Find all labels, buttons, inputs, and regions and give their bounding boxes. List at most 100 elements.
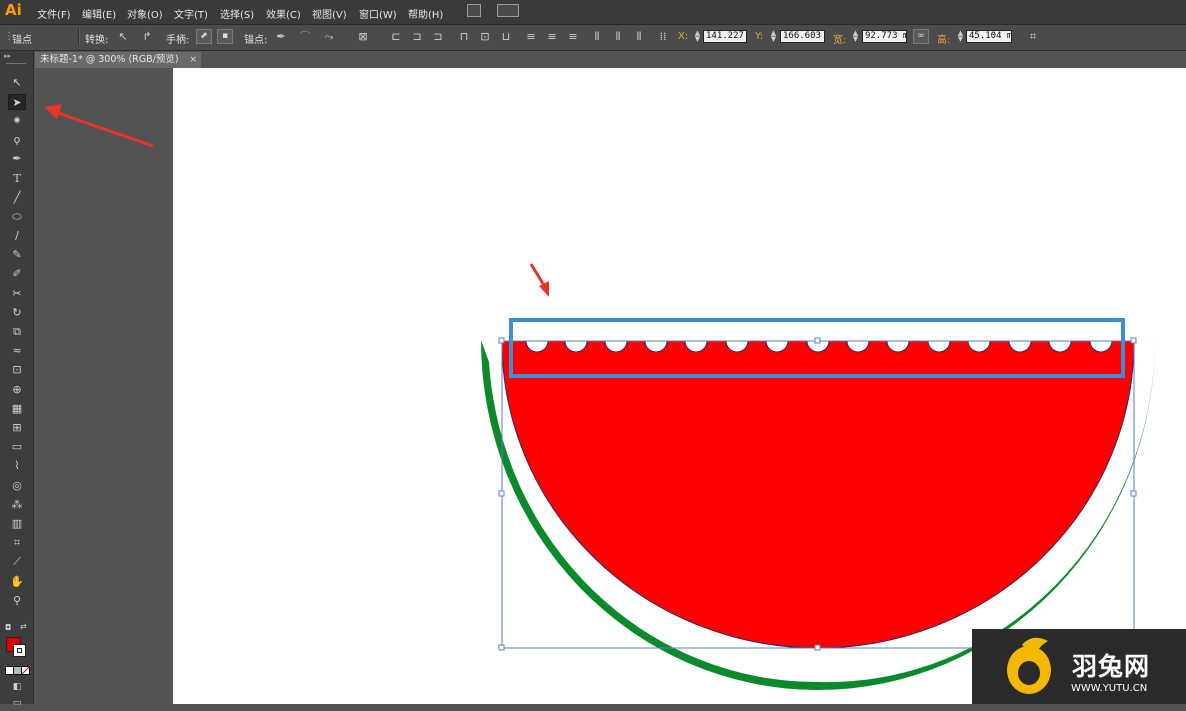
- canvas[interactable]: [34, 68, 1186, 704]
- divider: [78, 29, 80, 45]
- ellipse-tool-icon[interactable]: ⬭: [8, 209, 26, 225]
- free-transform-tool-icon[interactable]: ⊡: [8, 362, 26, 378]
- shape-builder-tool-icon[interactable]: ⊕: [8, 382, 26, 398]
- pencil-tool-icon[interactable]: ✎: [8, 247, 26, 263]
- blob-brush-tool-icon[interactable]: ✐: [8, 266, 26, 282]
- align-bottom-icon[interactable]: ⊔: [499, 30, 513, 44]
- drawing-mode-icon[interactable]: ◧: [8, 679, 26, 695]
- default-colors-icon[interactable]: ◘: [5, 623, 11, 632]
- distribute-top-icon[interactable]: ≡: [524, 30, 538, 44]
- zoom-tool-icon[interactable]: ⚲: [8, 593, 26, 609]
- type-tool-icon[interactable]: T: [8, 171, 26, 187]
- paintbrush-tool-icon[interactable]: ∕: [8, 228, 26, 244]
- eyedropper-tool-icon[interactable]: ⌇: [8, 458, 26, 474]
- bridge-icon[interactable]: [467, 4, 481, 17]
- transform-icon[interactable]: ⌗: [1026, 30, 1040, 44]
- panel-collapse-icon[interactable]: ▸▸: [4, 52, 11, 60]
- close-tab-icon[interactable]: ×: [189, 52, 197, 68]
- distribute-hcenter-icon[interactable]: ⦀: [611, 30, 625, 44]
- column-graph-tool-icon[interactable]: ▥: [8, 516, 26, 532]
- convert-corner-icon[interactable]: ↖: [116, 30, 130, 44]
- menu-window[interactable]: 窗口(W): [359, 6, 397, 21]
- blend-tool-icon[interactable]: ◎: [8, 478, 26, 494]
- lasso-tool-icon[interactable]: ϙ: [8, 132, 26, 148]
- swap-colors-icon[interactable]: ⇄: [20, 622, 27, 631]
- align-top-icon[interactable]: ⊓: [457, 30, 471, 44]
- width-spinner-icon[interactable]: ▲ ▼: [852, 30, 859, 43]
- watermark-brand: 羽兔网: [1072, 652, 1151, 681]
- connect-endpoints-icon[interactable]: ⌒: [298, 30, 312, 44]
- height-label: 高:: [937, 35, 951, 46]
- remove-anchor-icon[interactable]: ✒: [274, 30, 288, 44]
- rotate-tool-icon[interactable]: ↻: [8, 305, 26, 321]
- document-tab-bar: 未标题-1* @ 300% (RGB/预览) ×: [34, 51, 1186, 68]
- control-bar: ⋮ 锚点 转换: ↖ ↱ 手柄: ⬈ ▪ 锚点: ✒ ⌒ ⤳ ⊠ ⊏ ⊐ ⊐ ⊓…: [0, 25, 1186, 51]
- reference-point-icon[interactable]: ⁞⁞: [656, 30, 670, 44]
- align-right-icon[interactable]: ⊐: [431, 30, 445, 44]
- magic-wand-tool-icon[interactable]: ✷: [8, 113, 26, 129]
- menu-effect[interactable]: 效果(C): [266, 6, 301, 21]
- artboard-tool-icon[interactable]: ⌗: [8, 535, 26, 551]
- menu-file[interactable]: 文件(F): [37, 6, 71, 21]
- symbol-sprayer-tool-icon[interactable]: ⁂: [8, 497, 26, 513]
- y-field[interactable]: 166.603 ı: [780, 30, 825, 43]
- distribute-bottom-icon[interactable]: ≡: [566, 30, 580, 44]
- menu-bar: Ai 文件(F) 编辑(E) 对象(O) 文字(T) 选择(S) 效果(C) 视…: [0, 0, 1186, 25]
- perspective-grid-tool-icon[interactable]: ▦: [8, 401, 26, 417]
- watermark-url: WWW.YUTU.CN: [1071, 683, 1148, 694]
- x-field[interactable]: 141.227 ı: [703, 30, 747, 43]
- y-spinner-icon[interactable]: ▲ ▼: [770, 30, 777, 43]
- menu-type[interactable]: 文字(T): [174, 6, 208, 21]
- convert-label: 转换:: [85, 35, 109, 46]
- height-spinner-icon[interactable]: ▲ ▼: [957, 30, 964, 43]
- x-label: X:: [678, 31, 689, 42]
- anchors-label: 锚点:: [244, 35, 268, 46]
- hide-handles-icon[interactable]: ▪: [217, 29, 233, 44]
- pen-tool-icon[interactable]: ✒: [8, 151, 26, 167]
- mesh-tool-icon[interactable]: ⊞: [8, 420, 26, 436]
- annotation-arrow-toolbar: [44, 104, 154, 148]
- slice-tool-icon[interactable]: ⟋: [8, 554, 26, 570]
- distribute-left-icon[interactable]: ⦀: [590, 30, 604, 44]
- line-tool-icon[interactable]: ╱: [8, 190, 26, 206]
- menu-select[interactable]: 选择(S): [220, 6, 254, 21]
- constrain-proportions-icon[interactable]: ∞: [913, 29, 929, 44]
- distribute-vcenter-icon[interactable]: ≡: [545, 30, 559, 44]
- width-tool-icon[interactable]: ≈: [8, 343, 26, 359]
- scale-tool-icon[interactable]: ⧉: [8, 324, 26, 340]
- width-field[interactable]: 92.773 m: [862, 30, 907, 43]
- mode-label: 锚点: [12, 35, 32, 46]
- cut-path-icon[interactable]: ⤳: [322, 30, 336, 44]
- menu-view[interactable]: 视图(V): [312, 6, 347, 21]
- isolate-icon[interactable]: ⊠: [356, 30, 370, 44]
- document-tab[interactable]: 未标题-1* @ 300% (RGB/预览) ×: [35, 52, 201, 68]
- distribute-right-icon[interactable]: ⦀: [632, 30, 646, 44]
- width-label: 宽:: [833, 35, 847, 46]
- menu-edit[interactable]: 编辑(E): [82, 6, 116, 21]
- hand-tool-icon[interactable]: ✋: [8, 574, 26, 590]
- gradient-tool-icon[interactable]: ▭: [8, 439, 26, 455]
- show-handles-icon[interactable]: ⬈: [196, 29, 212, 44]
- convert-smooth-icon[interactable]: ↱: [140, 30, 154, 44]
- stroke-color-swatch[interactable]: [13, 644, 26, 657]
- height-field[interactable]: 45.104 m: [966, 30, 1012, 43]
- align-vcenter-icon[interactable]: ⊡: [478, 30, 492, 44]
- handles-label: 手柄:: [166, 35, 190, 46]
- none-mode-icon[interactable]: [21, 666, 30, 675]
- app-logo: Ai: [5, 1, 22, 19]
- artwork: [44, 104, 1155, 690]
- menu-help[interactable]: 帮助(H): [408, 6, 443, 21]
- selection-tool-icon[interactable]: ↖: [8, 75, 26, 91]
- annotation-arrow-canvas: [529, 263, 549, 297]
- panel-grip: [6, 63, 26, 64]
- align-left-icon[interactable]: ⊏: [389, 30, 403, 44]
- menu-object[interactable]: 对象(O): [127, 6, 163, 21]
- x-spinner-icon[interactable]: ▲ ▼: [694, 30, 701, 43]
- workspace-switcher-icon[interactable]: [497, 4, 519, 17]
- align-hcenter-icon[interactable]: ⊐: [410, 30, 424, 44]
- screen-mode-icon[interactable]: ▭: [8, 695, 26, 711]
- yutu-logo-icon: [1007, 637, 1051, 694]
- scissors-tool-icon[interactable]: ✂: [8, 286, 26, 302]
- document-title: 未标题-1* @ 300% (RGB/预览): [40, 54, 179, 65]
- direct-selection-tool-icon[interactable]: ➤: [8, 94, 26, 110]
